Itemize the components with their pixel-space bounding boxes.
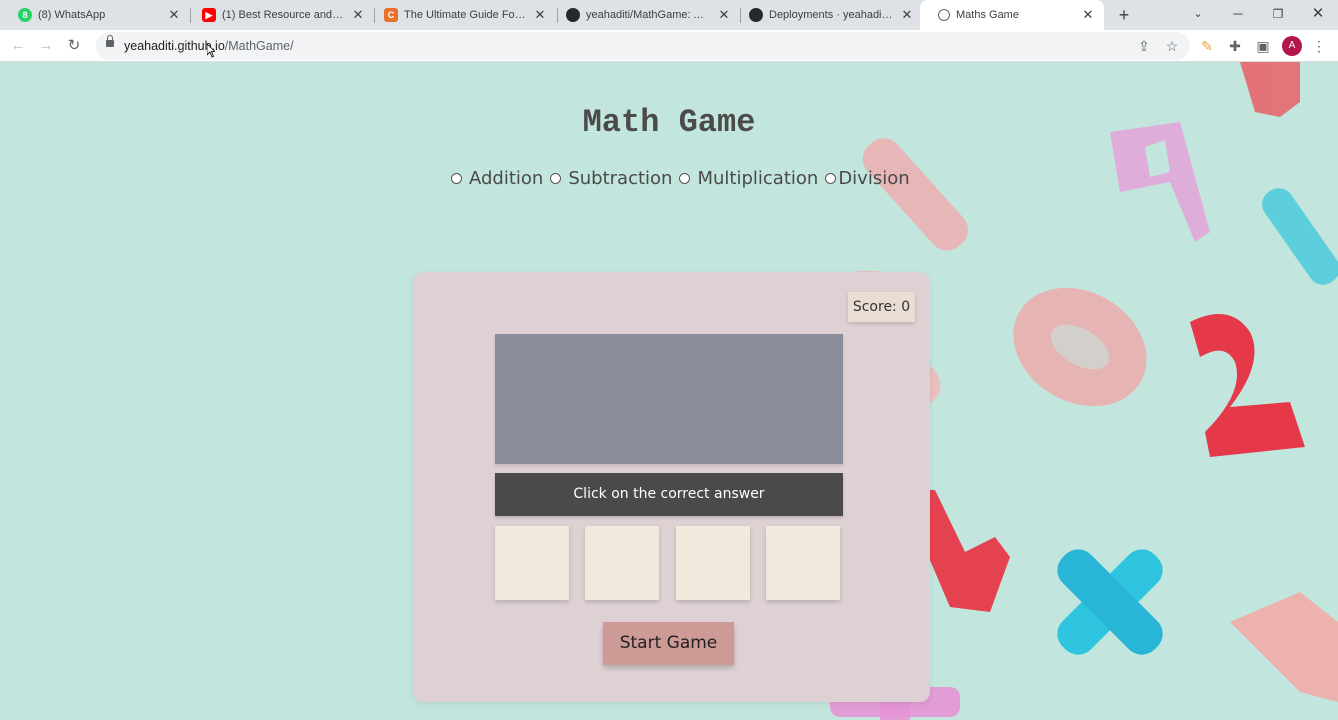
instruction-bar: Click on the correct answer (495, 473, 843, 516)
tab-title: (1) Best Resource and Strate (222, 9, 344, 21)
globe-icon (938, 9, 950, 21)
answer-choice-4[interactable] (766, 526, 840, 600)
addition-radio[interactable] (451, 173, 462, 184)
mode-label: Division (838, 168, 910, 189)
tab-github-deployments[interactable]: Deployments · yeahaditi/M ✕ (731, 0, 923, 30)
mode-label: Subtraction (568, 168, 673, 189)
window-close-button[interactable]: ✕ (1300, 0, 1336, 30)
youtube-icon: ▶ (202, 8, 216, 22)
tab-maths-game[interactable]: Maths Game ✕ (920, 0, 1104, 30)
reload-button[interactable]: ↻ (63, 35, 85, 57)
tab-search-icon[interactable]: ⌄ (1180, 0, 1216, 30)
close-icon[interactable]: ✕ (532, 7, 548, 23)
close-icon[interactable]: ✕ (166, 7, 182, 23)
tab-title: The Ultimate Guide For Prep (404, 9, 526, 21)
share-icon[interactable]: ⇪ (1133, 35, 1155, 57)
tab-title: yeahaditi/MathGame: A gam (586, 9, 710, 21)
extensions-icon[interactable]: ✚ (1224, 35, 1246, 57)
tab-whatsapp[interactable]: 8 (8) WhatsApp ✕ (0, 0, 190, 30)
mouse-cursor-icon (207, 44, 215, 58)
restore-button[interactable]: ❐ (1260, 0, 1296, 30)
answer-choice-2[interactable] (585, 526, 659, 600)
close-icon[interactable]: ✕ (716, 7, 732, 23)
close-icon[interactable]: ✕ (1080, 7, 1096, 23)
whatsapp-icon: 8 (18, 8, 32, 22)
course-icon: C (384, 8, 398, 22)
side-panel-icon[interactable]: ▣ (1252, 35, 1274, 57)
close-icon[interactable]: ✕ (899, 7, 915, 23)
tab-title: (8) WhatsApp (38, 9, 106, 21)
address-bar[interactable]: yeahaditi.github.io/MathGame/ ⇪ ☆ (96, 32, 1190, 60)
answer-choice-1[interactable] (495, 526, 569, 600)
forward-button[interactable]: → (35, 35, 57, 57)
mode-label: Addition (469, 168, 544, 189)
new-tab-button[interactable]: + (1113, 4, 1135, 26)
mode-subtraction[interactable]: Subtraction (550, 168, 672, 189)
multiplication-radio[interactable] (679, 173, 691, 184)
start-game-button[interactable]: Start Game (603, 622, 734, 665)
tab-strip: 8 (8) WhatsApp ✕ ▶ (1) Best Resource and… (0, 0, 1338, 30)
github-icon (749, 8, 763, 22)
operation-selector: Addition Subtraction Multiplication Divi… (451, 168, 917, 189)
game-title: Math Game (582, 104, 756, 141)
tab-github-repo[interactable]: yeahaditi/MathGame: A gam ✕ (548, 0, 740, 30)
page-content: Math Game Addition Subtraction Multiplic… (0, 62, 1338, 720)
mode-addition[interactable]: Addition (451, 168, 543, 189)
minimize-button[interactable]: ─ (1220, 0, 1256, 30)
profile-avatar[interactable]: A (1282, 36, 1302, 56)
question-box (495, 334, 843, 464)
division-radio[interactable] (825, 173, 837, 184)
score-display: Score: 0 (848, 292, 915, 322)
tab-youtube[interactable]: ▶ (1) Best Resource and Strate ✕ (184, 0, 374, 30)
close-icon[interactable]: ✕ (350, 7, 366, 23)
mode-label: Multiplication (697, 168, 819, 189)
browser-toolbar: ← → ↻ yeahaditi.github.io/MathGame/ ⇪ ☆ … (0, 30, 1338, 62)
github-icon (566, 8, 580, 22)
tab-title: Deployments · yeahaditi/M (769, 9, 893, 21)
bookmark-star-icon[interactable]: ☆ (1161, 35, 1183, 57)
pen-extension-icon[interactable]: ✎ (1196, 35, 1218, 57)
subtraction-radio[interactable] (550, 173, 562, 184)
answer-choice-3[interactable] (676, 526, 750, 600)
url-path: /MathGame/ (224, 39, 294, 53)
lock-icon (106, 35, 114, 47)
mode-multiplication[interactable]: Multiplication (679, 168, 818, 189)
tab-course-guide[interactable]: C The Ultimate Guide For Prep ✕ (366, 0, 556, 30)
mode-division[interactable]: Division (825, 168, 910, 189)
menu-icon[interactable]: ⋮ (1308, 35, 1330, 57)
game-container: Score: 0 Click on the correct answer Sta… (413, 272, 930, 702)
tab-title: Maths Game (956, 9, 1019, 21)
back-button[interactable]: ← (7, 35, 29, 57)
